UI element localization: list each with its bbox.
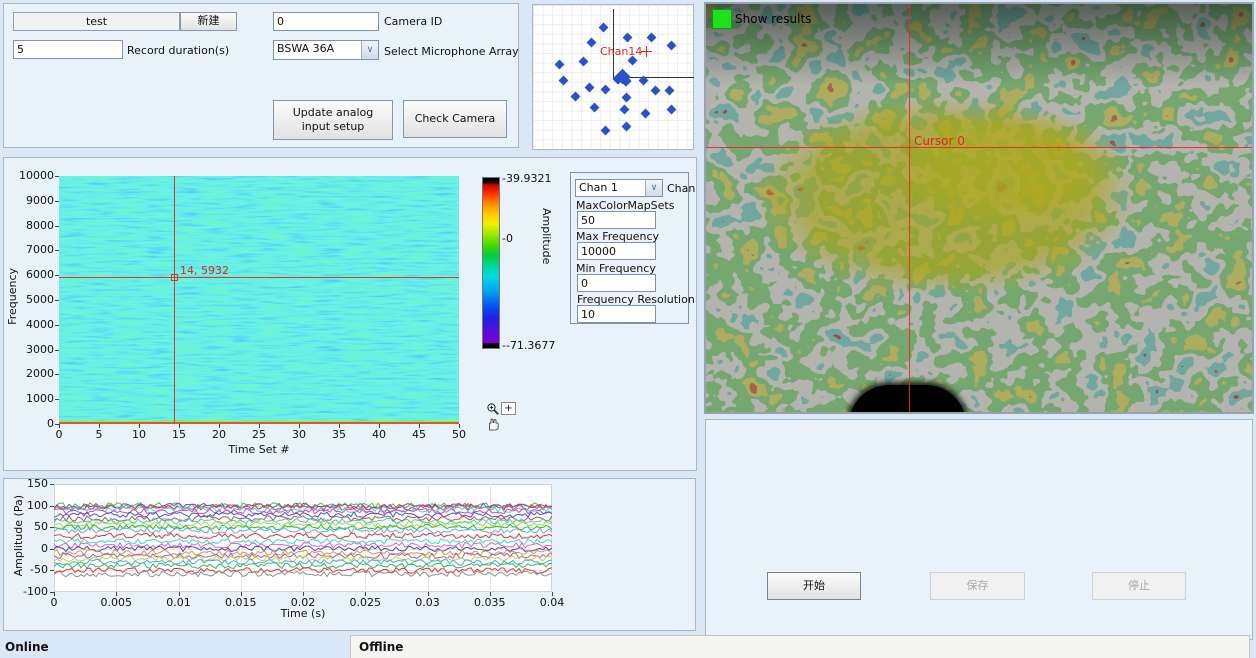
- waveform-traces: [54, 484, 552, 592]
- colorbar-min-label: --71.3677: [502, 339, 555, 352]
- colorbar-max-label: -39.9321: [502, 172, 551, 185]
- test-name-value: test: [86, 15, 107, 28]
- acoustic-camera-app: { "config": { "test_value": "test", "new…: [0, 0, 1256, 658]
- min-frequency-input[interactable]: [577, 274, 656, 292]
- microphone-array-value: BSWA 36A: [274, 41, 361, 59]
- check-camera-button[interactable]: Check Camera: [403, 100, 507, 138]
- max-frequency-input[interactable]: [577, 242, 656, 260]
- waveform-trace: [54, 533, 552, 539]
- max-colormap-sets-input[interactable]: [577, 211, 656, 229]
- save-button: 保存: [930, 572, 1025, 600]
- microphone-array-label: Select Microphone Array: [384, 45, 519, 58]
- spectrogram-xlabel: Time Set #: [199, 443, 319, 456]
- camera-view[interactable]: Cursor 0 Show results: [704, 2, 1254, 414]
- camera-id-label: Camera ID: [384, 15, 442, 28]
- camera-cursor-horizontal[interactable]: [706, 147, 1252, 148]
- online-status-label: Online: [5, 640, 49, 654]
- channel-select-value: Chan 1: [576, 180, 645, 196]
- test-name-field[interactable]: test: [13, 12, 180, 31]
- spectrogram-cursor-marker[interactable]: [171, 274, 178, 281]
- chevron-down-icon[interactable]: [645, 180, 662, 196]
- spectrogram-cursor-label: 14, 5932: [180, 264, 229, 277]
- array-crosshair-horizontal: [613, 77, 694, 78]
- array-cursor-cross[interactable]: [641, 51, 652, 52]
- spectrogram-plot[interactable]: [59, 176, 459, 424]
- camera-photo-shading: [706, 4, 1252, 412]
- camera-cursor-vertical[interactable]: [909, 4, 910, 412]
- waveform-ylabel: Amplitude (Pa): [12, 495, 25, 576]
- waveform-trace: [54, 571, 552, 577]
- offline-status-label: Offline: [359, 640, 403, 654]
- spectrogram-cursor-vertical[interactable]: [174, 176, 175, 424]
- waveform-trace: [54, 522, 552, 527]
- spectrogram-cursor-horizontal[interactable]: [59, 277, 459, 278]
- update-analog-input-button[interactable]: Update analog input setup: [273, 100, 393, 140]
- spectrogram-zero-band: [59, 421, 459, 424]
- waveform-xlabel: Time (s): [248, 607, 358, 620]
- pan-tool-icon[interactable]: [486, 417, 500, 431]
- channel-select[interactable]: Chan 1: [575, 179, 663, 197]
- show-results-label: Show results: [735, 12, 811, 26]
- waveform-trace: [54, 512, 552, 518]
- record-duration-input[interactable]: [13, 40, 123, 59]
- show-results-led[interactable]: [712, 9, 732, 29]
- amplitude-colorbar: [482, 177, 500, 349]
- frequency-resolution-input[interactable]: [577, 305, 656, 323]
- offline-status-strip: Offline: [350, 635, 1250, 658]
- array-crosshair-vertical: [613, 9, 614, 78]
- colorbar-mid-label: -0: [502, 232, 513, 245]
- chevron-down-icon[interactable]: [361, 41, 378, 59]
- actions-panel: [705, 419, 1253, 640]
- cursor-tool-icon[interactable]: [501, 402, 516, 415]
- stop-button: 停止: [1092, 572, 1186, 600]
- camera-id-input[interactable]: [273, 12, 379, 31]
- record-duration-label: Record duration(s): [127, 44, 229, 57]
- channel-select-label: Chan: [667, 182, 695, 195]
- spectrogram-ylabel: Frequency: [6, 268, 19, 325]
- new-button[interactable]: 新建: [180, 12, 237, 31]
- array-cursor-label: Chan14: [600, 45, 642, 58]
- microphone-array-select[interactable]: BSWA 36A: [273, 40, 379, 60]
- zoom-tool-icon[interactable]: [486, 402, 500, 416]
- colorbar-axis-label: Amplitude: [540, 208, 553, 264]
- camera-cursor-label: Cursor 0: [914, 134, 965, 148]
- start-button[interactable]: 开始: [767, 572, 861, 600]
- waveform-trace: [54, 516, 552, 522]
- waveform-trace: [54, 528, 552, 534]
